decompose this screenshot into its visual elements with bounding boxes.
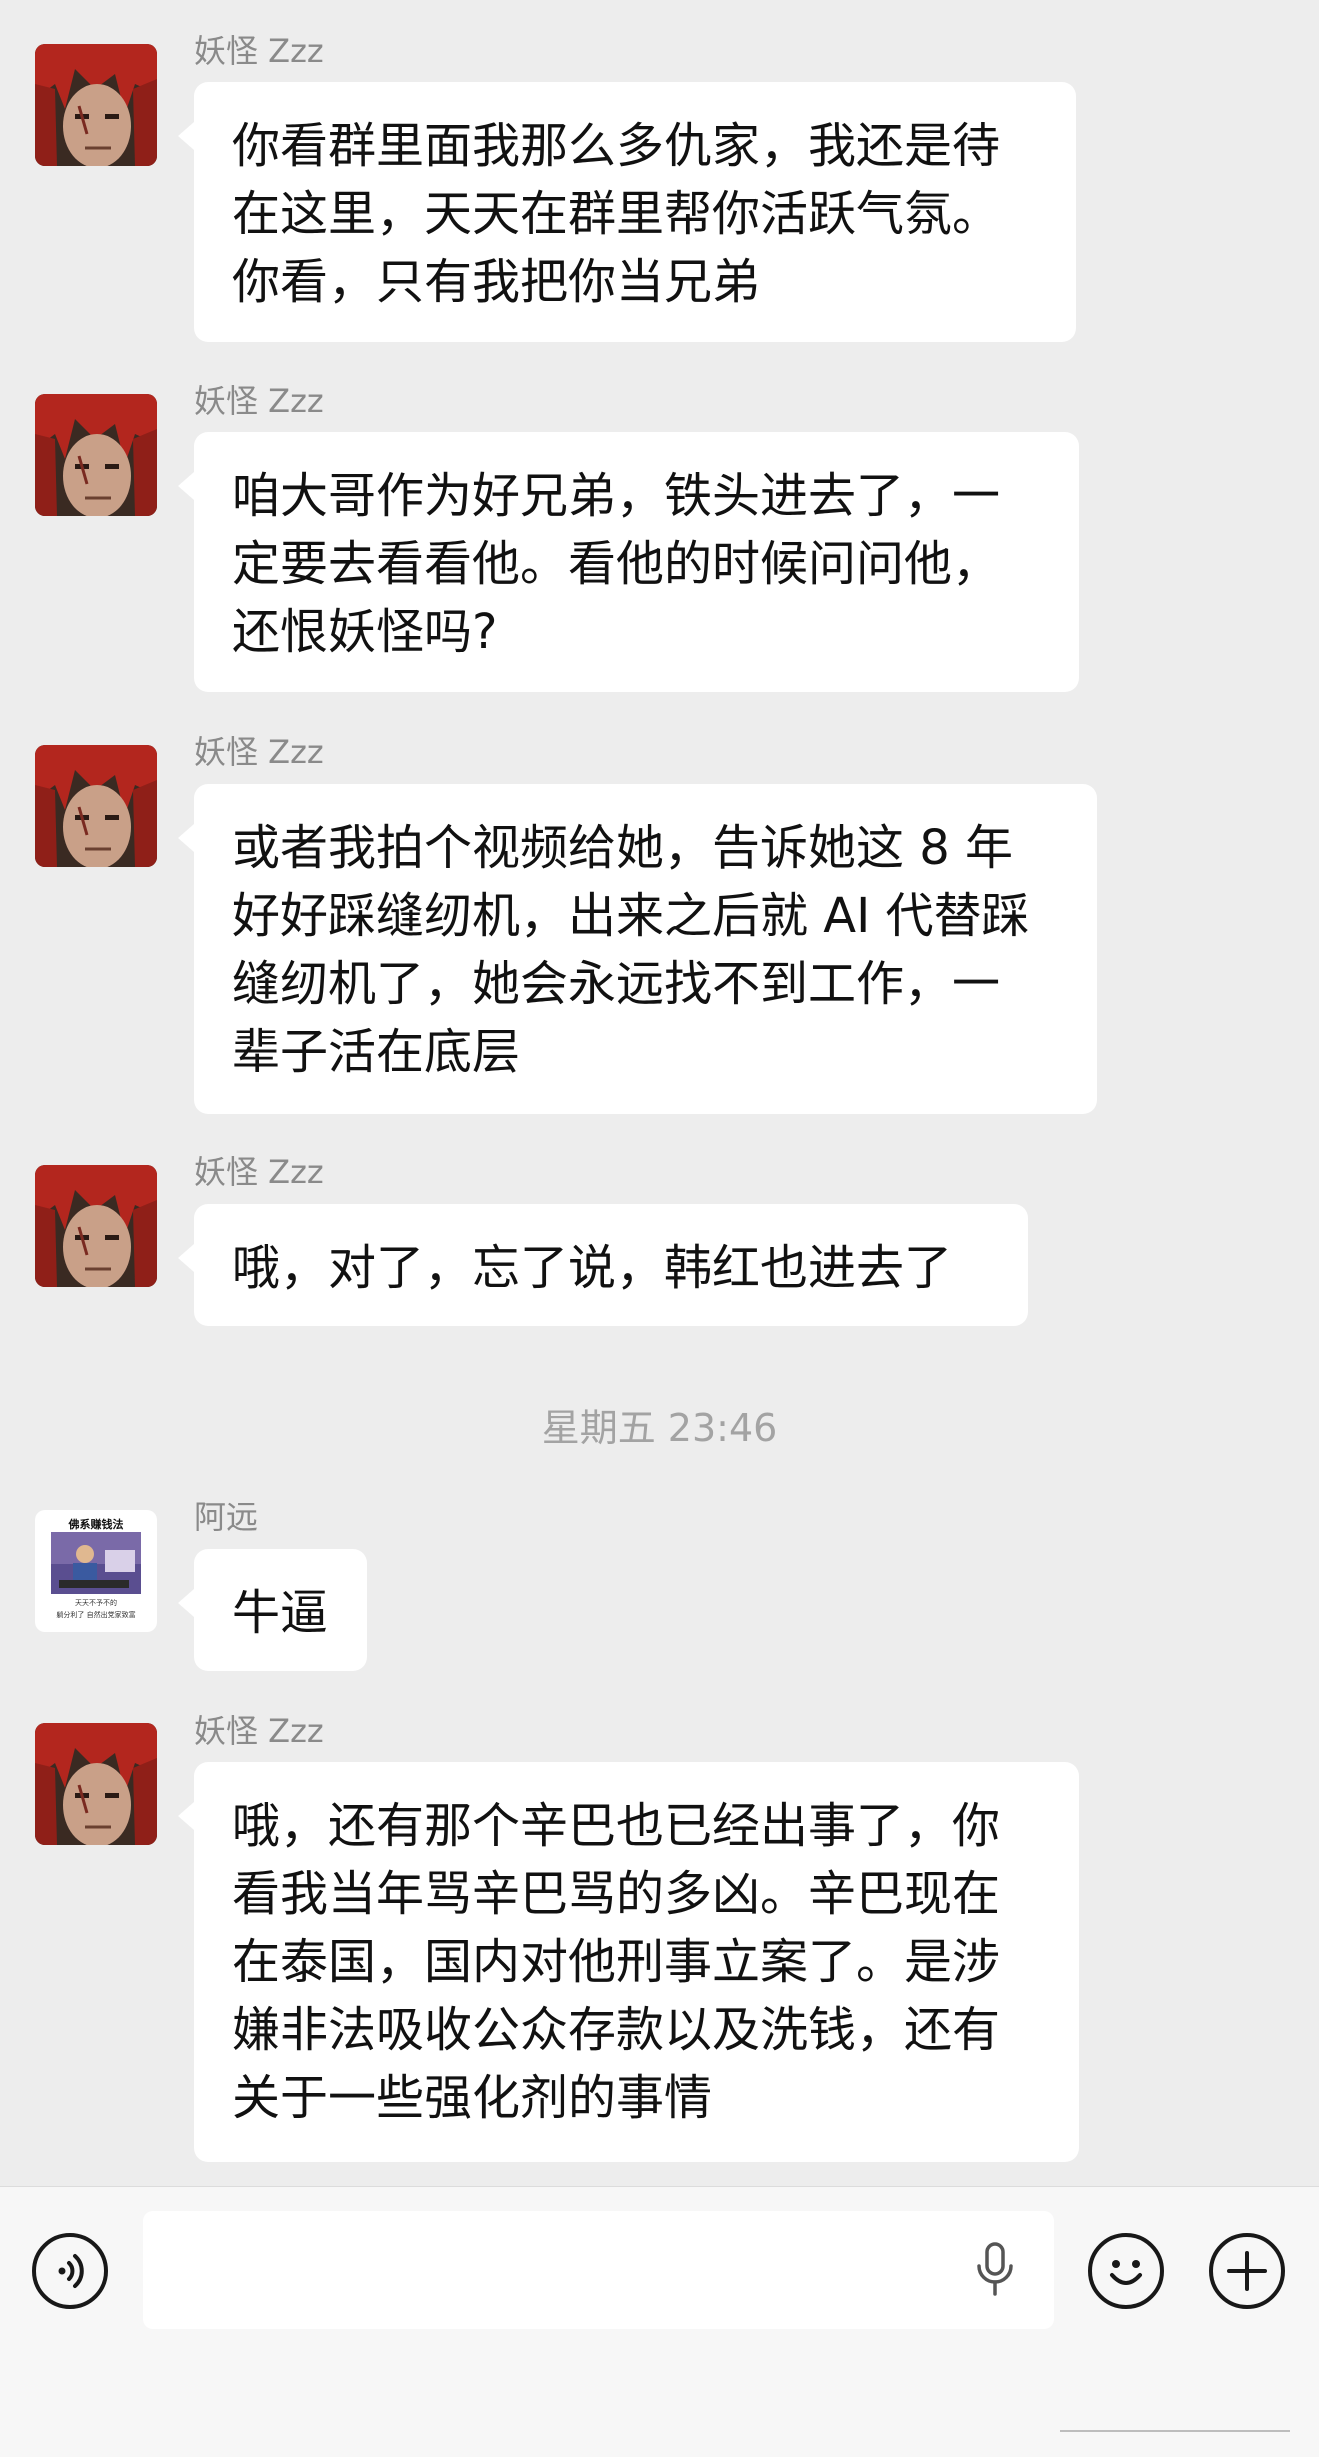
input-bar — [0, 2186, 1319, 2457]
message-bubble[interactable]: 咱大哥作为好兄弟，铁头进去了，一 定要去看看他。看他的时候问问他， 还恨妖怪吗? — [178, 432, 1079, 692]
message-bubble[interactable]: 牛逼 — [178, 1549, 367, 1671]
sender-name: 妖怪 Zzz — [194, 382, 324, 420]
avatar[interactable] — [35, 1723, 157, 1845]
avatar[interactable] — [35, 1165, 157, 1287]
voice-mode-icon — [58, 2254, 84, 2288]
message-input[interactable] — [143, 2211, 1054, 2329]
avatar[interactable] — [35, 745, 157, 867]
plus-icon — [1227, 2251, 1267, 2291]
avatar[interactable]: 佛系赚钱法 天天不予不的 躺分利了 自然出党家致富 — [35, 1510, 157, 1632]
emoji-button[interactable] — [1088, 2233, 1164, 2309]
red-haired-man-avatar-icon — [35, 1165, 157, 1287]
voice-mode-button[interactable] — [32, 2233, 108, 2309]
meme-avatar-caption-2: 躺分利了 自然出党家致富 — [56, 1611, 136, 1619]
message-bubble[interactable]: 哦，对了，忘了说，韩红也进去了 — [178, 1204, 1028, 1326]
red-haired-man-avatar-icon — [35, 44, 157, 166]
emoji-icon — [1110, 2260, 1142, 2285]
sender-name: 妖怪 Zzz — [194, 32, 324, 70]
timestamp: 星期五 23:46 — [541, 1406, 778, 1450]
sender-name: 妖怪 Zzz — [194, 733, 324, 771]
add-button[interactable] — [1209, 2233, 1285, 2309]
red-haired-man-avatar-icon — [35, 745, 157, 867]
home-indicator — [1060, 2430, 1290, 2442]
meme-avatar-caption-1: 天天不予不的 — [75, 1599, 117, 1607]
sender-name: 阿远 — [194, 1498, 259, 1536]
sender-name: 妖怪 Zzz — [194, 1153, 324, 1191]
avatar[interactable] — [35, 44, 157, 166]
microphone-icon[interactable] — [972, 2240, 1018, 2300]
message-bubble[interactable]: 哦，还有那个辛巴也已经出事了，你 看我当年骂辛巴骂的多凶。辛巴现在 在泰国，国内… — [178, 1762, 1079, 2162]
message-bubble[interactable]: 你看群里面我那么多仇家，我还是待 在这里，天天在群里帮你活跃气氛。 你看，只有我… — [178, 82, 1076, 342]
red-haired-man-avatar-icon — [35, 394, 157, 516]
message-bubble[interactable]: 或者我拍个视频给她，告诉她这 8 年 好好踩缝纫机，出来之后就 AI 代替踩 缝… — [178, 784, 1097, 1114]
sender-name: 妖怪 Zzz — [194, 1712, 324, 1750]
avatar[interactable] — [35, 394, 157, 516]
red-haired-man-avatar-icon — [35, 1723, 157, 1845]
